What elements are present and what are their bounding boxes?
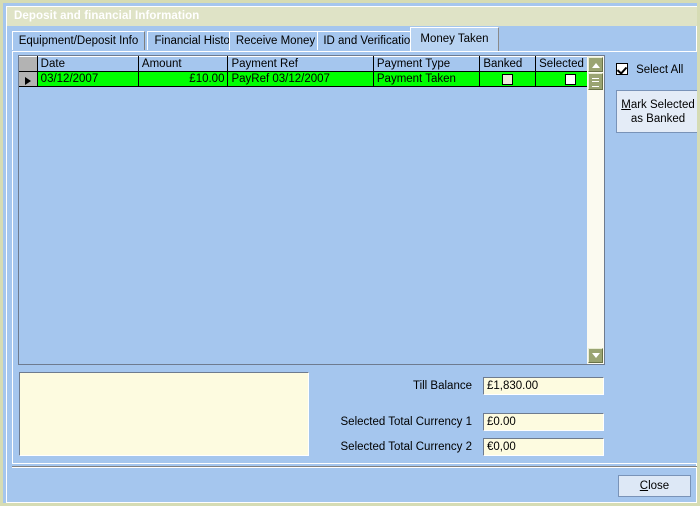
till-balance-value[interactable]: £1,830.00 (483, 377, 604, 395)
mark-button-line1: ark Selected (630, 98, 695, 111)
cell-payment-ref[interactable]: PayRef 03/12/2007 (227, 71, 374, 87)
tab-label: Receive Money (235, 35, 316, 47)
scroll-down-button[interactable] (588, 348, 603, 363)
tab-label: Money Taken (420, 33, 489, 45)
banked-checkbox[interactable] (502, 73, 514, 85)
cell-payment-type[interactable]: Payment Taken (373, 71, 481, 87)
notes-textarea[interactable] (19, 372, 309, 456)
select-all-label: Select All (636, 64, 684, 76)
tab-label: Equipment/Deposit Info (18, 35, 139, 47)
selected-total-currency-2-value[interactable]: €0,00 (483, 438, 604, 456)
table-header-row: Date Amount Payment Ref Payment Type Ban… (19, 56, 605, 72)
column-header-payment-ref[interactable]: Payment Ref (227, 56, 374, 72)
window-title: Deposit and financial Information (14, 10, 200, 22)
close-button[interactable]: Close (618, 475, 691, 497)
chevron-down-icon (592, 353, 600, 358)
mark-selected-as-banked-button[interactable]: Mark Selected as Banked (616, 90, 697, 133)
tab-label: Financial History (154, 35, 240, 47)
chevron-up-icon (592, 63, 600, 68)
select-all-checkbox[interactable] (616, 63, 628, 75)
footer-separator (12, 466, 697, 468)
scroll-up-button[interactable] (588, 57, 603, 72)
scrollbar-thumb[interactable] (588, 73, 603, 90)
grid-empty-area (19, 88, 605, 364)
tab-id-and-verification[interactable]: ID and Verification (317, 31, 423, 50)
payments-table: Date Amount Payment Ref Payment Type Ban… (19, 56, 605, 87)
column-header-amount[interactable]: Amount (138, 56, 229, 72)
row-header-corner (19, 56, 38, 72)
selected-total-currency-2-label: Selected Total Currency 2 (340, 441, 472, 453)
close-button-rest: lose (648, 480, 670, 492)
column-header-date[interactable]: Date (37, 56, 139, 72)
column-header-payment-type[interactable]: Payment Type (373, 56, 481, 72)
tab-strip: Equipment/Deposit Info Financial History… (12, 27, 697, 52)
tab-receive-money[interactable]: Receive Money (229, 31, 322, 50)
cell-amount[interactable]: £10.00 (138, 71, 229, 87)
accel-char: C (639, 480, 649, 492)
cell-banked[interactable] (479, 71, 537, 87)
select-all-row[interactable]: Select All (616, 63, 683, 76)
cell-date[interactable]: 03/12/2007 (37, 71, 139, 87)
payments-grid[interactable]: Date Amount Payment Ref Payment Type Ban… (18, 55, 605, 365)
till-balance-label: Till Balance (412, 380, 472, 392)
grip-icon (592, 78, 599, 87)
tab-equipment-deposit-info[interactable]: Equipment/Deposit Info (12, 31, 145, 50)
selected-total-currency-1-value[interactable]: £0.00 (483, 413, 604, 431)
tab-label: ID and Verification (323, 35, 417, 47)
dialog-window: Deposit and financial Information Equipm… (0, 0, 700, 506)
table-row[interactable]: 03/12/2007 £10.00 PayRef 03/12/2007 Paym… (19, 71, 605, 87)
column-header-banked[interactable]: Banked (479, 56, 537, 72)
window-client-area: Deposit and financial Information Equipm… (6, 6, 697, 503)
accel-char: M (621, 98, 631, 111)
grid-vertical-scrollbar[interactable] (587, 55, 605, 365)
current-row-arrow-icon (24, 76, 31, 85)
title-bar: Deposit and financial Information (7, 7, 697, 26)
tab-money-taken[interactable]: Money Taken (410, 27, 499, 51)
selected-total-currency-1-label: Selected Total Currency 1 (340, 416, 472, 428)
mark-button-line2: as Banked (630, 112, 686, 125)
selected-checkbox[interactable] (564, 73, 576, 85)
tab-page-money-taken: Date Amount Payment Ref Payment Type Ban… (12, 51, 697, 464)
row-indicator-cell (19, 71, 38, 87)
